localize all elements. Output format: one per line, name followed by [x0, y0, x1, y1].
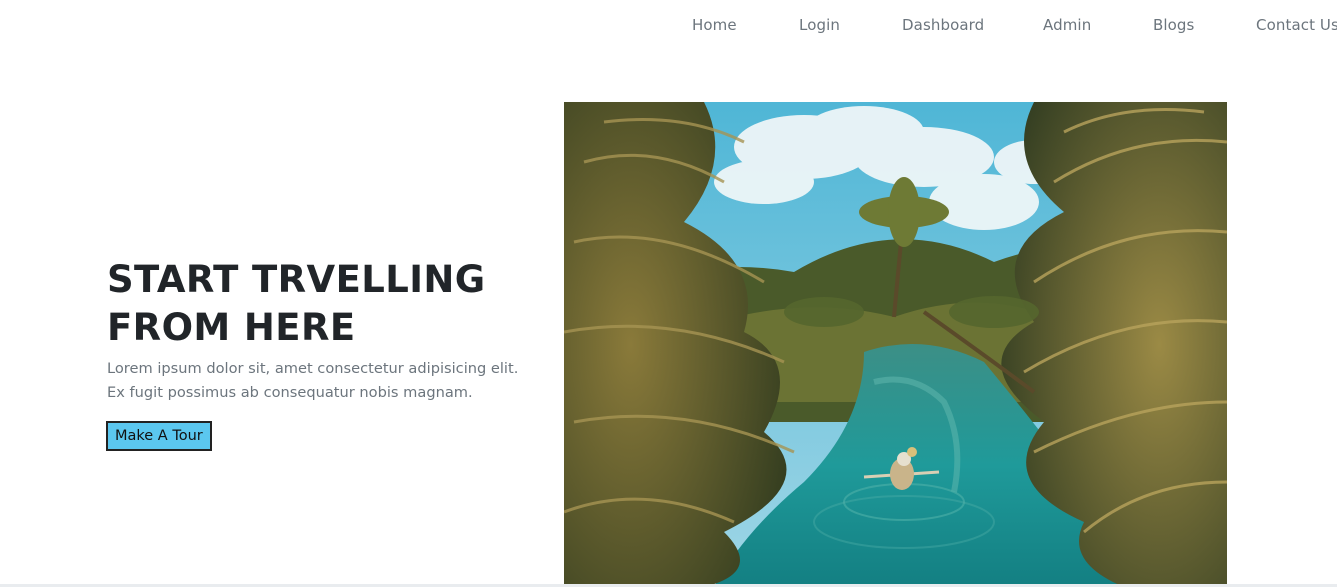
- nav-link-contact[interactable]: Contact Us: [1256, 16, 1337, 34]
- hero-description: Lorem ipsum dolor sit, amet consectetur …: [107, 360, 519, 401]
- top-nav: Home Login Dashboard Admin Blogs Contact…: [0, 0, 1337, 50]
- nav-link-dashboard[interactable]: Dashboard: [902, 16, 984, 34]
- nav-link-home[interactable]: Home: [692, 16, 737, 34]
- nav-link-admin[interactable]: Admin: [1043, 16, 1091, 34]
- hero-title: START TRVELLING FROM HERE: [107, 256, 527, 352]
- nav-link-blogs[interactable]: Blogs: [1153, 16, 1194, 34]
- page: Home Login Dashboard Admin Blogs Contact…: [0, 0, 1337, 587]
- hero-image: [564, 102, 1227, 587]
- nav-link-login[interactable]: Login: [799, 16, 840, 34]
- hero-title-line2: FROM HERE: [107, 306, 356, 349]
- make-a-tour-button[interactable]: Make A Tour: [106, 421, 212, 451]
- river-palms-illustration: [564, 102, 1227, 587]
- hero-title-line1: START TRVELLING: [107, 258, 486, 301]
